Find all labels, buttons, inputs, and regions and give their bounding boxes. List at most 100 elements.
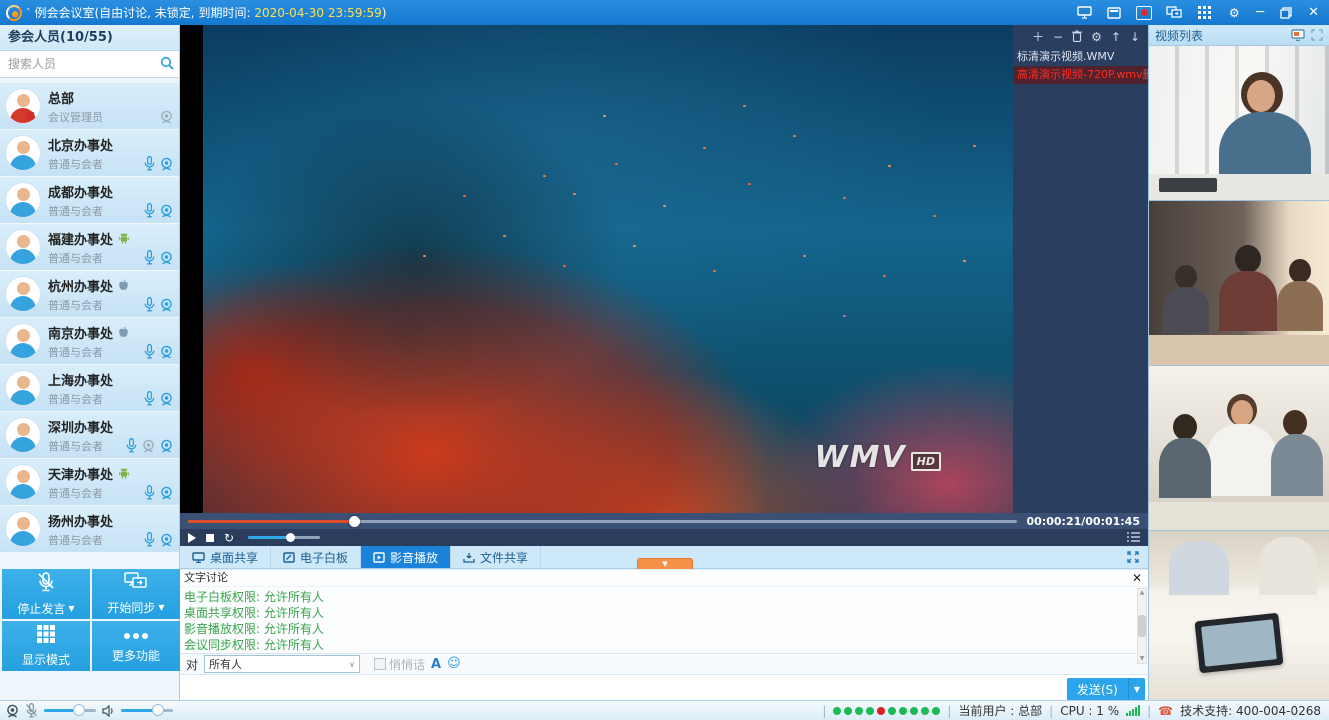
repeat-icon[interactable]: ↻ — [224, 532, 234, 544]
camera-icon[interactable] — [160, 439, 173, 453]
window-mode-icon[interactable] — [1106, 6, 1122, 20]
camera-status-icon[interactable] — [6, 704, 19, 718]
tab-media-playback[interactable]: 影音播放 — [361, 546, 451, 568]
mic-icon[interactable] — [144, 203, 155, 218]
camera-icon[interactable] — [160, 251, 173, 265]
more-functions-button[interactable]: 更多功能 — [92, 621, 180, 671]
remote-video-thumbnail[interactable] — [1149, 201, 1329, 366]
playlist-toggle-icon[interactable] — [1127, 531, 1140, 545]
mic-icon[interactable] — [144, 391, 155, 406]
camera-icon[interactable] — [160, 110, 173, 124]
presenter-view-icon[interactable] — [1076, 6, 1092, 20]
participant-row[interactable]: 扬州办事处 普通与会者 — [0, 506, 179, 553]
screen-share-icon[interactable] — [1166, 6, 1182, 20]
layout-grid-icon[interactable] — [1196, 6, 1212, 20]
chat-scrollbar[interactable]: ▲ ▼ — [1137, 588, 1147, 664]
tech-support-label: 技术支持: 400-004-0268 — [1180, 702, 1321, 719]
participant-row[interactable]: 上海办事处 普通与会者 — [0, 365, 179, 412]
search-input[interactable] — [6, 56, 160, 72]
trash-icon[interactable] — [1072, 30, 1082, 44]
remote-video-thumbnail[interactable] — [1149, 46, 1329, 201]
mic-icon[interactable] — [144, 344, 155, 359]
camera-icon[interactable] — [160, 486, 173, 500]
participant-row[interactable]: 成都办事处 普通与会者 — [0, 177, 179, 224]
remote-video-thumbnail[interactable] — [1149, 366, 1329, 531]
recipient-select[interactable]: 所有人∨ — [204, 655, 360, 673]
scroll-down-icon[interactable]: ▼ — [1140, 655, 1145, 663]
seek-handle[interactable] — [349, 516, 360, 527]
mic-icon[interactable] — [144, 250, 155, 265]
whisper-checkbox[interactable]: 悄悄话 — [374, 656, 425, 673]
record-icon[interactable] — [1136, 6, 1152, 20]
camera-icon[interactable] — [160, 298, 173, 312]
camera-icon[interactable] — [160, 157, 173, 171]
volume-slider[interactable] — [248, 536, 320, 539]
gear-icon[interactable]: ⚙ — [1091, 31, 1102, 43]
scrollbar-thumb[interactable] — [1138, 615, 1146, 637]
move-up-icon[interactable]: ↑ — [1111, 31, 1121, 43]
camera-icon[interactable] — [160, 204, 173, 218]
display-mode-button[interactable]: 显示模式 — [2, 621, 90, 671]
mic-volume-handle[interactable] — [73, 704, 85, 716]
mic-volume-slider[interactable] — [44, 709, 96, 712]
mic-icon[interactable] — [144, 156, 155, 171]
stop-button[interactable] — [206, 534, 214, 542]
video-display[interactable]: WMVHD — [180, 25, 1013, 513]
search-icon[interactable] — [160, 56, 174, 73]
minimize-icon[interactable]: ─ — [1256, 6, 1264, 20]
speaker-icon[interactable] — [102, 705, 115, 717]
play-button[interactable] — [188, 533, 196, 543]
font-style-button[interactable]: A — [431, 657, 441, 672]
playlist-item-selected[interactable]: 高清演示视频-720P.wmv删除 — [1013, 66, 1148, 84]
close-icon[interactable]: ✕ — [1308, 6, 1319, 20]
speaker-volume-slider[interactable] — [121, 709, 173, 712]
tab-desktop-share[interactable]: 桌面共享 — [180, 546, 271, 568]
emoji-button[interactable]: ☺ — [447, 657, 461, 671]
speaker-volume-handle[interactable] — [152, 704, 164, 716]
video-wall-icon[interactable] — [1291, 29, 1305, 41]
participant-name: 扬州办事处 — [48, 511, 113, 530]
send-options-caret-icon[interactable]: ▼ — [1128, 678, 1145, 701]
participant-row[interactable]: 北京办事处 普通与会者 — [0, 130, 179, 177]
mic-icon[interactable] — [144, 485, 155, 500]
maximize-icon[interactable] — [1278, 6, 1294, 20]
camera-icon[interactable] — [160, 392, 173, 406]
fullscreen-expand-icon[interactable] — [1126, 546, 1148, 568]
volume-handle[interactable] — [286, 533, 295, 542]
remove-icon[interactable]: − — [1053, 31, 1063, 43]
tab-file-share[interactable]: 文件共享 — [451, 546, 541, 568]
participant-row[interactable]: 杭州办事处 普通与会者 — [0, 271, 179, 318]
mic-icon[interactable] — [144, 532, 155, 547]
move-down-icon[interactable]: ↓ — [1130, 31, 1140, 43]
add-icon[interactable]: ＋ — [1032, 31, 1044, 43]
dropdown-caret-icon: ▼ — [158, 603, 164, 612]
stop-speaking-button[interactable]: 停止发言▼ — [2, 569, 90, 619]
seek-bar[interactable] — [188, 520, 1017, 523]
participant-row[interactable]: 总部 会议管理员 — [0, 83, 179, 130]
camera-icon[interactable] — [160, 533, 173, 547]
participant-row[interactable]: 南京办事处 普通与会者 — [0, 318, 179, 365]
tab-whiteboard[interactable]: 电子白板 — [271, 546, 361, 568]
camera-off-icon[interactable] — [142, 439, 155, 453]
participant-row[interactable]: 福建办事处 普通与会者 — [0, 224, 179, 271]
camera-icon[interactable] — [160, 345, 173, 359]
mic-muted-status-icon[interactable] — [25, 703, 38, 718]
chat-close-icon[interactable]: ✕ — [1132, 570, 1142, 586]
settings-gear-icon[interactable]: ⚙ — [1226, 6, 1242, 20]
playlist-item[interactable]: 标清演示视频.WMV — [1013, 48, 1148, 66]
expand-panel-icon[interactable] — [1311, 29, 1323, 41]
send-button[interactable]: 发送(S) ▼ — [1067, 678, 1145, 701]
remote-video-thumbnail[interactable] — [1149, 531, 1329, 700]
start-sync-button[interactable]: 开始同步▼ — [92, 569, 180, 619]
participant-row[interactable]: 天津办事处 普通与会者 — [0, 459, 179, 506]
mic-icon[interactable] — [126, 438, 137, 453]
connection-quality-dots — [833, 707, 940, 715]
participants-panel: 参会人员(10/55) 总部 会议管理员 北京办事处 普通与会者 — [0, 25, 180, 700]
scroll-up-icon[interactable]: ▲ — [1140, 589, 1145, 597]
admin-badge-icon — [27, 112, 34, 120]
checkbox-icon[interactable] — [374, 658, 386, 670]
mic-icon[interactable] — [144, 297, 155, 312]
app-menu-chevron-icon[interactable]: ˅ — [26, 8, 31, 18]
participant-row[interactable]: 深圳办事处 普通与会者 — [0, 412, 179, 459]
collapse-panel-handle[interactable]: ▼ — [637, 558, 693, 569]
